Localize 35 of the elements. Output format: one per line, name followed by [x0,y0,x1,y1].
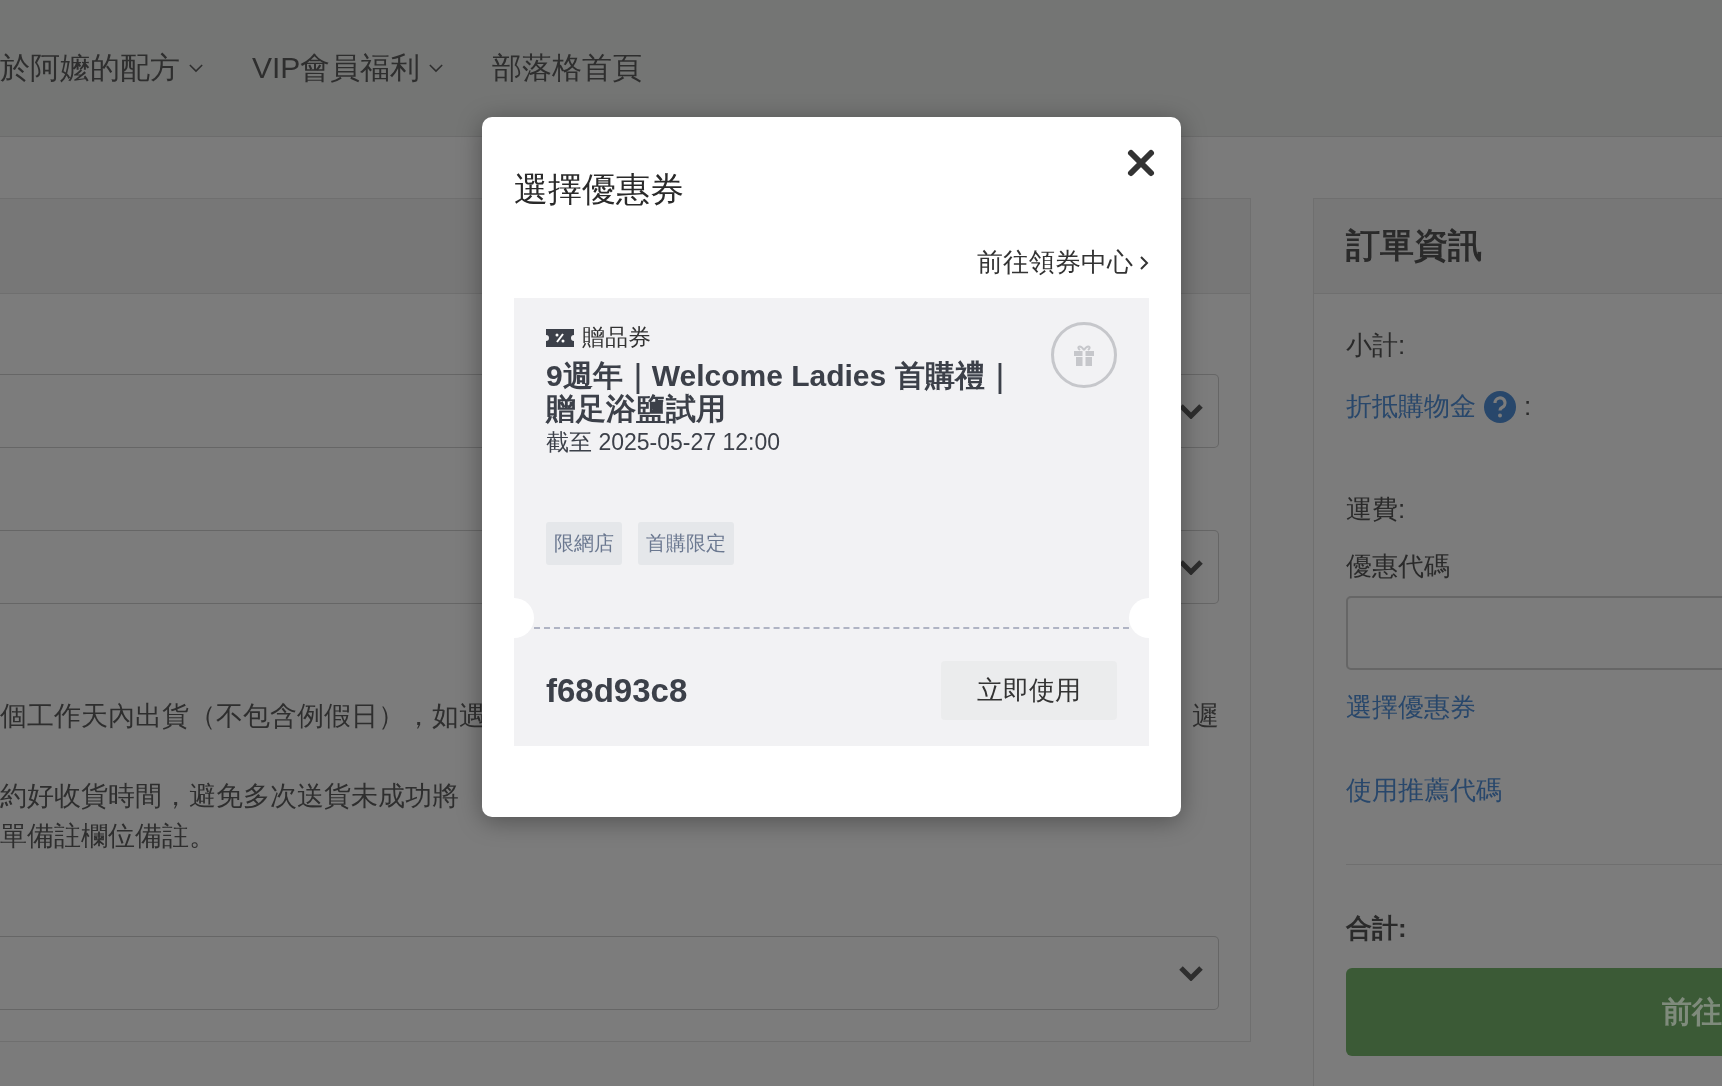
chevron-down-icon [1178,965,1204,981]
ticket-icon [546,328,574,347]
chevron-right-icon [1139,253,1149,272]
promo-code-label: 優惠代碼 [1346,550,1450,583]
coupon-tag: 首購限定 [638,522,734,565]
dialog-title: 選擇優惠券 [514,169,684,210]
use-now-button[interactable]: 立即使用 [941,661,1117,720]
coupon-type: 贈品券 [582,323,651,352]
coupon-title: 9週年｜Welcome Ladies 首購禮｜贈足浴鹽試用 [546,359,1015,425]
panel-title: 訂單資訊 [1346,225,1482,266]
colon-text: : [1524,391,1532,422]
select-field[interactable] [0,936,1219,1010]
shipping-note-text: 單備註欄位備註。 [0,820,216,853]
total-label: 合計: [1346,912,1407,945]
checkout-button[interactable]: 前往 [1346,968,1722,1056]
shipping-note-text: 個工作天內出貨（不包含例假日），如遇 [0,700,486,733]
nav-link[interactable]: 於阿嬤的配方 [0,47,204,89]
coupon-expiry: 截至 2025-05-27 12:00 [546,428,781,457]
shipping-note-text: 遲 [1192,700,1219,733]
nav-link[interactable]: 部落格首頁 [492,47,643,89]
choose-coupon-link[interactable]: 選擇優惠券 [1346,690,1476,725]
referral-code-link[interactable]: 使用推薦代碼 [1346,773,1502,808]
nav-link[interactable]: VIP會員福利 [252,47,445,89]
gift-icon [1051,322,1117,388]
coupon-center-link[interactable]: 前往領券中心 [977,245,1149,280]
coupon-code: f68d93c8 [546,671,688,710]
subtotal-label: 小計: [1346,329,1406,362]
help-icon[interactable] [1484,390,1516,423]
shipping-note-text: 約好收貨時間，避免多次送貨未成功將 [0,780,459,813]
shipping-label: 運費: [1346,493,1406,526]
coupon-tag: 限網店 [546,522,622,565]
chevron-down-icon [1178,403,1204,419]
chevron-down-icon [1178,559,1204,575]
close-button[interactable] [1125,147,1157,179]
credit-link[interactable]: 折抵購物金 [1346,389,1476,424]
